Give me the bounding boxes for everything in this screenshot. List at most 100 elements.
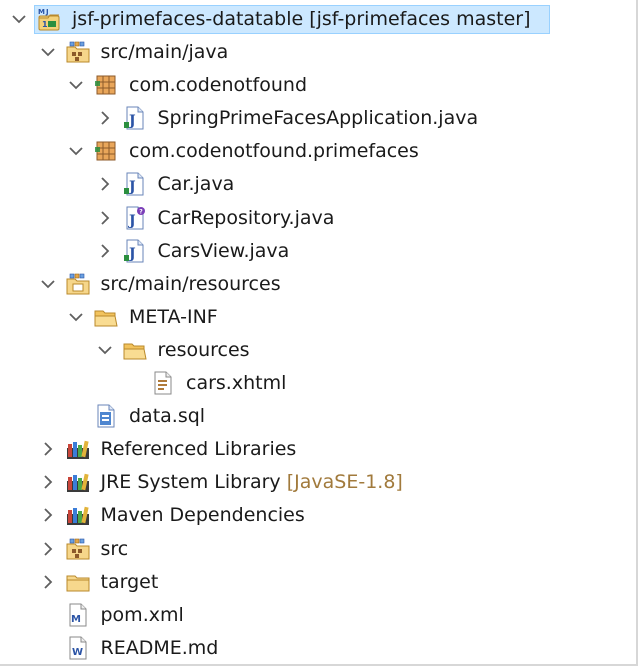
- tree-item-label: jsf-primefaces-datatable [jsf-primefaces…: [72, 3, 530, 36]
- resource-folder-icon: [65, 271, 91, 297]
- svg-text:M: M: [71, 614, 81, 625]
- chevron-down-icon[interactable]: [67, 142, 85, 160]
- xml-file-icon: M: [65, 602, 91, 628]
- tree-item-label: cars.xhtml: [186, 367, 286, 400]
- tree-item[interactable]: Referenced Libraries: [0, 433, 636, 466]
- package-icon: [93, 138, 119, 164]
- tree-item-text: README.md: [100, 636, 219, 659]
- chevron-right-icon[interactable]: [39, 473, 57, 491]
- markdown-file-icon: W: [65, 635, 91, 661]
- library-icon: [65, 436, 91, 462]
- tree-item-text: src: [100, 537, 129, 560]
- sql-file-icon: [93, 403, 119, 429]
- svg-text:M: M: [38, 8, 45, 16]
- svg-text:J: J: [45, 8, 49, 16]
- tree-item[interactable]: src: [0, 533, 636, 566]
- svg-text:J: J: [127, 213, 136, 229]
- tree-item-label: Car.java: [158, 168, 235, 201]
- tree-item-label: SpringPrimeFacesApplication.java: [158, 102, 479, 135]
- tree-item-text: Referenced Libraries: [100, 438, 297, 461]
- tree-item-text: target: [100, 570, 159, 593]
- chevron-right-icon[interactable]: [96, 109, 114, 127]
- java-file-icon: J: [122, 171, 148, 197]
- tree-item-label: src/main/resources: [101, 268, 281, 301]
- tree-item-text: src/main/resources: [100, 272, 281, 295]
- tree-item-text: com.codenotfound: [129, 74, 308, 97]
- tree-item-text: CarsView.java: [157, 239, 290, 262]
- tree-item-label: src: [101, 533, 129, 566]
- tree-item[interactable]: com.codenotfound.primefaces: [0, 135, 636, 168]
- tree-item[interactable]: resources: [0, 334, 636, 367]
- tree-item-label: Maven Dependencies: [101, 499, 305, 532]
- chevron-down-icon[interactable]: [39, 275, 57, 293]
- tree-item-label: README.md: [101, 632, 219, 665]
- tree-item-text: SpringPrimeFacesApplication.java: [157, 107, 479, 130]
- chevron-right-icon[interactable]: [96, 209, 114, 227]
- project-explorer-panel: M J 1 jsf-primefaces-datatable [jsf-prim…: [0, 0, 638, 666]
- source-folder-icon: [65, 39, 91, 65]
- tree-item-text: META-INF: [129, 305, 218, 328]
- folder-icon: [65, 569, 91, 595]
- tree-item-text: jsf-primefaces-datatable [jsf-primefaces…: [72, 8, 531, 30]
- chevron-down-icon[interactable]: [67, 308, 85, 326]
- tree-item[interactable]: M J 1 jsf-primefaces-datatable [jsf-prim…: [0, 3, 636, 36]
- java-interface-file-icon: J ?: [122, 205, 148, 231]
- library-icon: [65, 469, 91, 495]
- svg-text:1: 1: [42, 20, 48, 29]
- tree-item-text: Maven Dependencies: [100, 504, 305, 527]
- tree-item-label: JRE System Library [JavaSE-1.8]: [101, 466, 403, 499]
- tree-item-text: com.codenotfound.primefaces: [129, 140, 419, 163]
- tree-item-label: pom.xml: [101, 599, 184, 632]
- tree-item-text: pom.xml: [100, 603, 184, 626]
- tree-item[interactable]: J Car.java: [0, 168, 636, 201]
- tree-item[interactable]: JRE System Library [JavaSE-1.8]: [0, 466, 636, 499]
- maven-project-icon: M J 1: [36, 6, 62, 32]
- tree-item-label: resources: [158, 334, 250, 367]
- chevron-right-icon[interactable]: [39, 540, 57, 558]
- tree-item[interactable]: Maven Dependencies: [0, 499, 636, 532]
- chevron-right-icon[interactable]: [39, 573, 57, 591]
- tree-item-label: src/main/java: [101, 36, 229, 69]
- tree-item[interactable]: target: [0, 566, 636, 599]
- tree-item-label: META-INF: [129, 301, 218, 334]
- tree-item-label: CarsView.java: [158, 235, 290, 268]
- tree-item-text: data.sql: [129, 405, 206, 428]
- java-file-icon: J: [122, 105, 148, 131]
- chevron-down-icon[interactable]: [39, 43, 57, 61]
- svg-text:W: W: [72, 647, 83, 658]
- tree-item-text: src/main/java: [100, 41, 229, 64]
- project-tree[interactable]: M J 1 jsf-primefaces-datatable [jsf-prim…: [0, 3, 636, 665]
- tree-item[interactable]: J SpringPrimeFacesApplication.java: [0, 102, 636, 135]
- tree-item[interactable]: W README.md: [0, 632, 636, 665]
- chevron-down-icon[interactable]: [10, 10, 28, 28]
- chevron-right-icon[interactable]: [39, 440, 57, 458]
- tree-item[interactable]: META-INF: [0, 301, 636, 334]
- chevron-down-icon[interactable]: [67, 76, 85, 94]
- chevron-right-icon[interactable]: [39, 506, 57, 524]
- tree-item-text: resources: [157, 338, 250, 361]
- source-folder-icon: [65, 536, 91, 562]
- package-icon: [93, 72, 119, 98]
- tree-item[interactable]: src/main/java: [0, 36, 636, 69]
- tree-item-text: JRE System Library: [100, 471, 281, 494]
- tree-item-decoration: [JavaSE-1.8]: [286, 471, 403, 494]
- java-file-icon: J: [122, 238, 148, 264]
- tree-item-label: CarRepository.java: [158, 202, 335, 235]
- tree-item[interactable]: J CarsView.java: [0, 235, 636, 268]
- tree-item-text: Car.java: [157, 173, 235, 196]
- tree-item-text: cars.xhtml: [186, 372, 287, 395]
- tree-item[interactable]: data.sql: [0, 400, 636, 433]
- tree-item[interactable]: cars.xhtml: [0, 367, 636, 400]
- chevron-down-icon[interactable]: [96, 341, 114, 359]
- tree-item[interactable]: J ? CarRepository.java: [0, 202, 636, 235]
- tree-item[interactable]: M pom.xml: [0, 599, 636, 632]
- chevron-right-icon[interactable]: [96, 175, 114, 193]
- svg-text:?: ?: [139, 208, 143, 215]
- tree-item-label: com.codenotfound.primefaces: [129, 135, 419, 168]
- tree-item[interactable]: com.codenotfound: [0, 69, 636, 102]
- tree-item-label: Referenced Libraries: [101, 433, 297, 466]
- tree-item-label: data.sql: [129, 400, 205, 433]
- chevron-right-icon[interactable]: [96, 242, 114, 260]
- tree-item[interactable]: src/main/resources: [0, 268, 636, 301]
- tree-item-text: CarRepository.java: [157, 206, 335, 229]
